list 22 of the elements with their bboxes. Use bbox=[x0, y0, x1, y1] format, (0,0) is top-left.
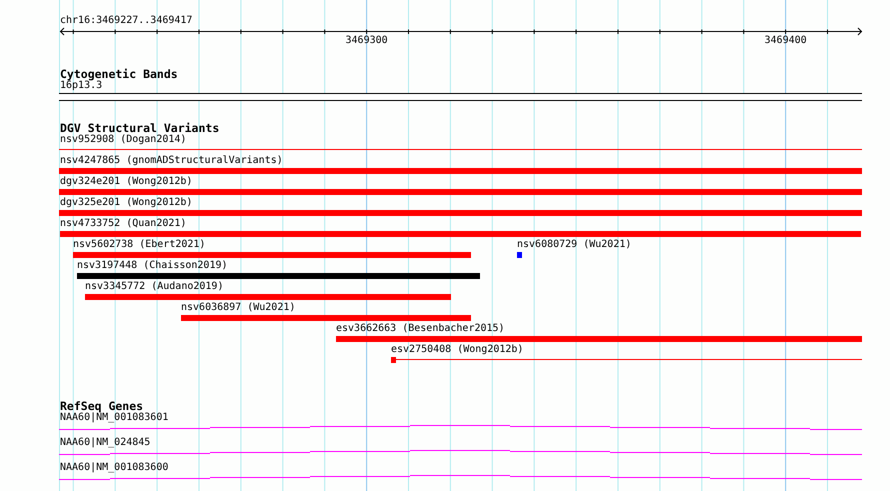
feature-label: esv3662663 (Besenbacher2015) bbox=[336, 323, 505, 335]
feature-label: nsv952908 (Dogan2014) bbox=[60, 134, 186, 146]
track-title: RefSeq Genes bbox=[60, 400, 144, 412]
feature-label: dgv324e201 (Wong2012b) bbox=[60, 176, 192, 188]
track-title: Cytogenetic Bands bbox=[60, 68, 178, 80]
feature-label: nsv4733752 (Quan2021) bbox=[60, 218, 186, 230]
track-title: DGV Structural Variants bbox=[60, 122, 220, 134]
position-label: 3469300 bbox=[346, 35, 388, 47]
feature-label: nsv6036897 (Wu2021) bbox=[181, 302, 296, 314]
feature-label: nsv3197448 (Chaisson2019) bbox=[77, 260, 228, 272]
feature-label: nsv3345772 (Audano2019) bbox=[85, 281, 224, 293]
band-label: 16p13.3 bbox=[60, 80, 102, 92]
feature-label: nsv5602738 (Ebert2021) bbox=[73, 239, 206, 251]
location-label: chr16:3469227..3469417 bbox=[60, 15, 192, 27]
position-label: 3469400 bbox=[764, 35, 807, 47]
feature-label: nsv6080729 (Wu2021) bbox=[517, 239, 632, 251]
transcript-label: NAA60|NM_024845 bbox=[60, 437, 150, 449]
transcript-label: NAA60|NM_001083601 bbox=[60, 412, 168, 424]
feature-label: esv2750408 (Wong2012b) bbox=[391, 344, 524, 356]
transcript-label: NAA60|NM_001083600 bbox=[60, 462, 168, 474]
feature-label: dgv325e201 (Wong2012b) bbox=[60, 197, 192, 209]
feature-label: nsv4247865 (gnomADStructuralVariants) bbox=[60, 155, 283, 167]
